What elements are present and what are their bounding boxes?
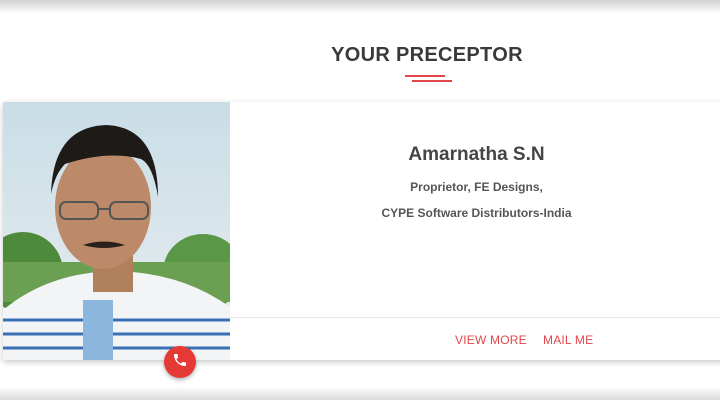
title-underline <box>405 75 445 77</box>
card-actions: VIEW MORE MAIL ME <box>230 317 720 361</box>
phone-icon <box>172 352 188 373</box>
preceptor-role: Proprietor, FE Designs, <box>410 180 543 194</box>
bottom-shadow <box>0 386 720 400</box>
preceptor-card: Amarnatha S.N Proprietor, FE Designs, CY… <box>3 102 720 360</box>
preceptor-name: Amarnatha S.N <box>408 144 545 165</box>
section-title: YOUR PRECEPTOR <box>331 44 523 66</box>
card-body: Amarnatha S.N Proprietor, FE Designs, CY… <box>230 102 720 317</box>
mail-me-link[interactable]: MAIL ME <box>543 333 593 347</box>
call-button[interactable] <box>164 346 196 378</box>
preceptor-photo <box>3 102 230 360</box>
top-shadow <box>0 0 720 14</box>
preceptor-company: CYPE Software Distributors-India <box>381 206 572 220</box>
view-more-link[interactable]: VIEW MORE <box>455 333 527 347</box>
title-underline-secondary <box>412 80 452 82</box>
